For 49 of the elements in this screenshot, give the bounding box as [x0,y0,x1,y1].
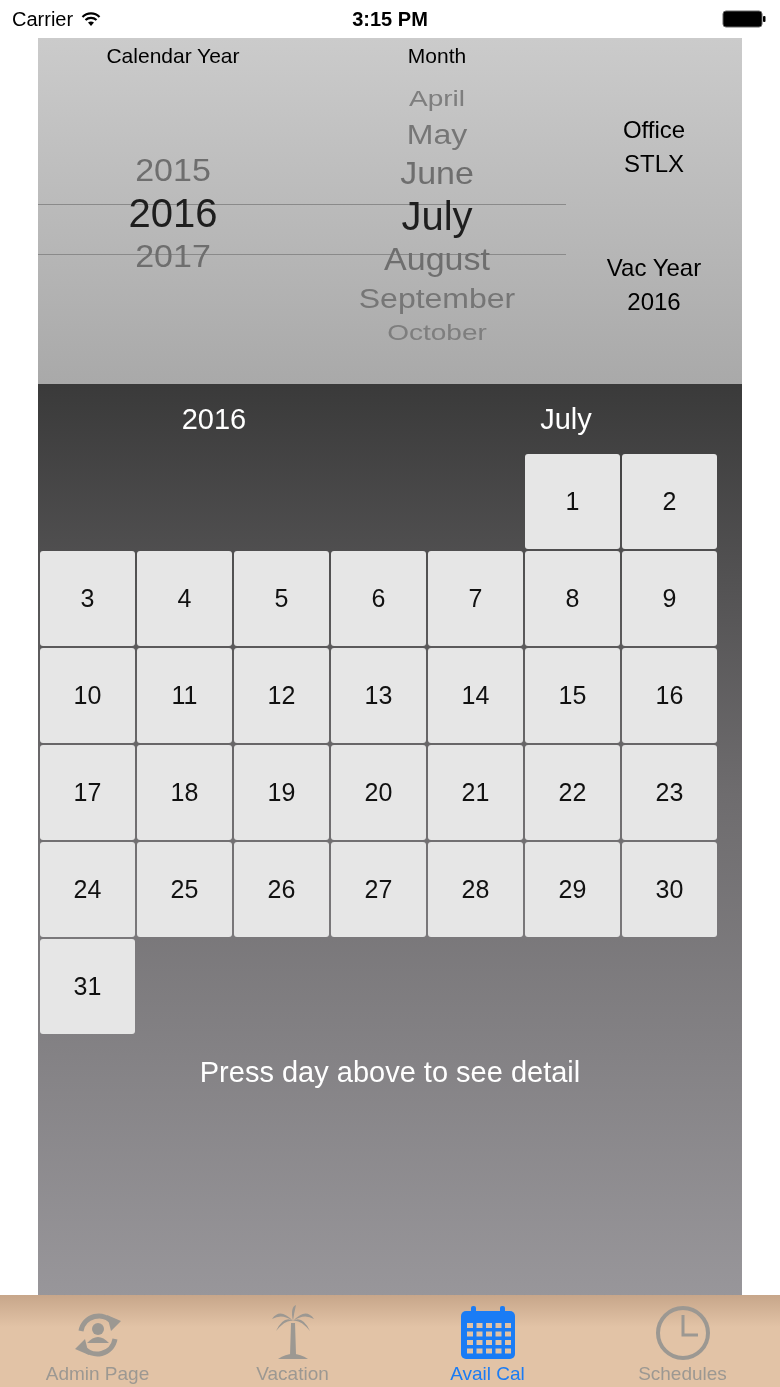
day-button[interactable]: 22 [525,745,620,840]
calendar-year: 2016 [180,402,248,436]
day-button[interactable]: 6 [331,551,426,646]
day-button[interactable]: 9 [622,551,717,646]
day-button[interactable]: 20 [331,745,426,840]
day-button[interactable]: 5 [234,551,329,646]
status-time: 3:15 PM [352,7,428,31]
battery-icon [722,10,766,28]
day-button[interactable]: 14 [428,648,523,743]
day-button[interactable]: 11 [137,648,232,743]
day-button[interactable]: 16 [622,648,717,743]
day-button[interactable]: 18 [137,745,232,840]
vac-year-label: Vac Year [606,253,702,283]
day-button[interactable]: 29 [525,842,620,937]
day-button[interactable]: 15 [525,648,620,743]
day-button[interactable]: 10 [40,648,135,743]
year-option[interactable]: 2016 [128,190,218,236]
vac-year-value: 2016 [627,287,681,317]
day-button[interactable]: 31 [40,939,135,1034]
wifi-icon [81,11,102,27]
hint-text: Press day above to see detail [198,1056,582,1089]
day-button[interactable]: 2 [622,454,717,549]
day-button[interactable]: 30 [622,842,717,937]
day-button[interactable]: 8 [525,551,620,646]
day-button[interactable]: 12 [234,648,329,743]
column-heading: Calendar Year [106,43,240,69]
day-button[interactable]: 23 [622,745,717,840]
carrier-name: Carrier [12,7,74,31]
day-button[interactable]: 7 [428,551,523,646]
day-button[interactable]: 21 [428,745,523,840]
day-button[interactable]: 4 [137,551,232,646]
calendar-month: July [539,402,593,436]
day-button[interactable]: 25 [137,842,232,937]
day-button[interactable]: 28 [428,842,523,937]
office-label: Office [622,115,686,145]
day-button[interactable]: 26 [234,842,329,937]
day-button[interactable]: 1 [525,454,620,549]
month-option[interactable]: July [401,193,473,239]
column-heading: Month [407,43,467,69]
day-button[interactable]: 13 [331,648,426,743]
day-button[interactable]: 27 [331,842,426,937]
clock-icon [653,1305,712,1361]
office-value: STLX [624,149,684,179]
day-button[interactable]: 17 [40,745,135,840]
day-button[interactable]: 24 [40,842,135,937]
day-button[interactable]: 19 [234,745,329,840]
calendar-icon [458,1305,517,1361]
day-button[interactable]: 3 [40,551,135,646]
palm-tree-icon [269,1305,316,1361]
